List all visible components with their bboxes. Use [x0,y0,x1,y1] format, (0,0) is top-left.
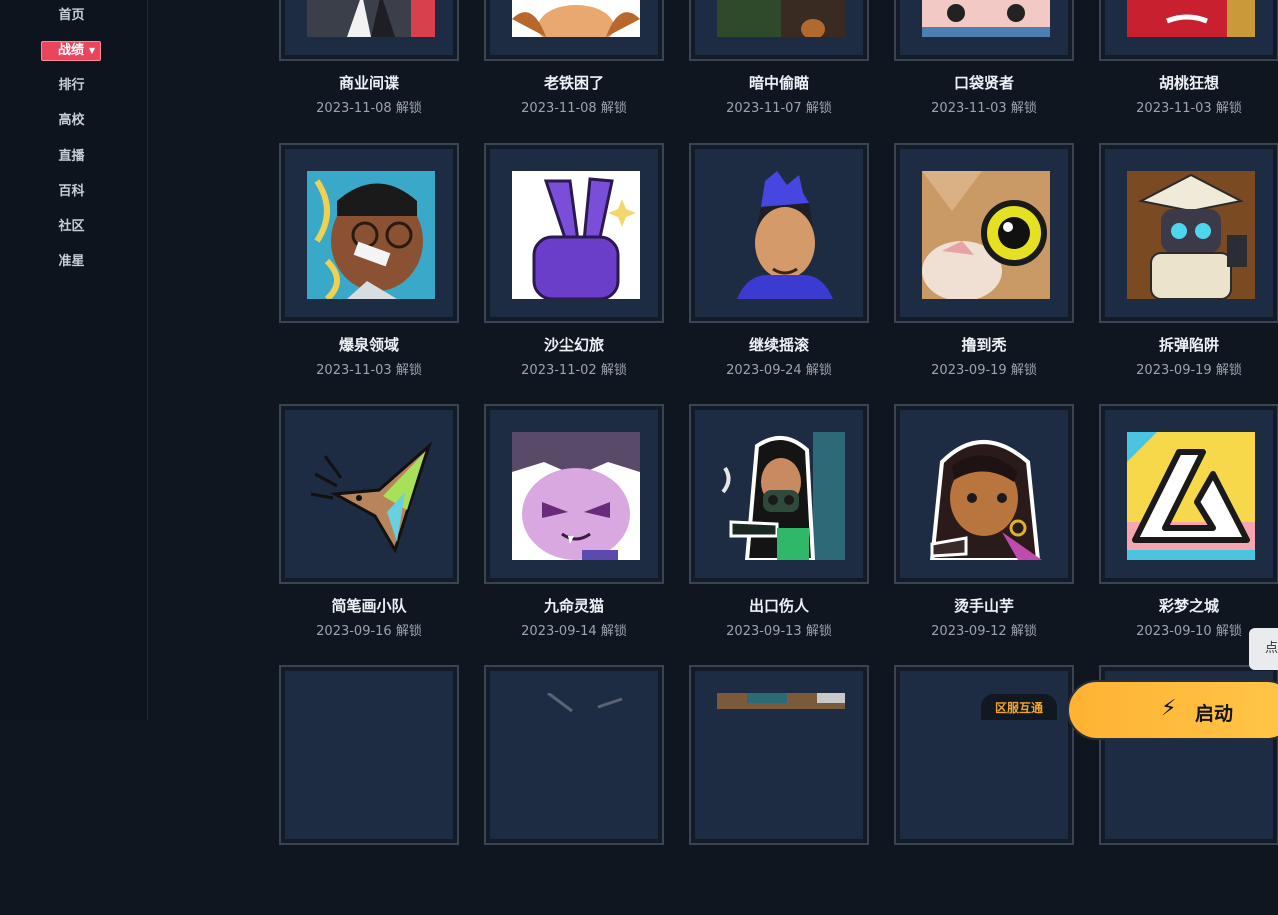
unlock-date: 2023-09-19 解锁 [931,363,1037,378]
spray-card[interactable]: 简笔画小队 2023-09-16 解锁 [279,404,459,654]
spray-card[interactable]: 九命灵猫 2023-09-14 解锁 [484,404,664,654]
spray-image [512,432,640,560]
launch-label: 启动 [1195,703,1234,725]
spray-title: 继续摇滚 [748,336,809,354]
spray-title: 老铁困了 [543,74,604,92]
unlock-date: 2023-11-03 解锁 [931,101,1037,116]
spray-grid: 商业间谍 2023-11-08 解锁 老铁困了 2023-11-08 解锁 暗中… [0,0,1278,845]
unlock-date: 2023-11-07 解锁 [726,101,832,116]
spray-image [307,171,435,299]
unlock-date: 2023-09-19 解锁 [1136,363,1242,378]
spray-title: 彩梦之城 [1158,597,1219,615]
spray-card[interactable]: 老铁困了 2023-11-08 解锁 [484,0,664,131]
spray-image [1127,432,1255,560]
unlock-date: 2023-09-12 解锁 [931,624,1037,639]
spray-title: 口袋贤者 [953,74,1014,92]
unlock-date: 2023-11-02 解锁 [521,363,627,378]
spray-card[interactable] [279,665,459,915]
unlock-date: 2023-09-16 解锁 [316,624,422,639]
spray-card[interactable] [484,665,664,915]
unlock-date: 2023-11-03 解锁 [1136,101,1242,116]
spray-image [717,693,845,821]
spray-card[interactable]: 沙尘幻旅 2023-11-02 解锁 [484,143,664,393]
spray-card[interactable] [689,665,869,915]
spray-image [307,432,435,560]
spray-image [922,432,1050,560]
spray-image [717,432,845,560]
spray-card[interactable]: 拆弹陷阱 2023-09-19 解锁 [1099,143,1278,393]
spray-title: 撸到秃 [961,336,1007,354]
spray-image [1127,171,1255,299]
spray-title: 出口伤人 [748,597,809,615]
spray-card[interactable]: 继续摇滚 2023-09-24 解锁 [689,143,869,393]
spray-image [717,0,845,37]
spray-title: 拆弹陷阱 [1158,336,1219,354]
spray-card[interactable]: 烫手山芋 2023-09-12 解锁 [894,404,1074,654]
spray-card[interactable]: 暗中偷瞄 2023-11-07 解锁 [689,0,869,131]
spray-card[interactable]: 胡桃狂想 2023-11-03 解锁 [1099,0,1278,131]
spray-image [922,0,1050,37]
spray-card[interactable]: 口袋贤者 2023-11-03 解锁 [894,0,1074,131]
spray-image [922,171,1050,299]
spray-title: 胡桃狂想 [1158,74,1219,92]
lightning-icon: ⚡︎ [1161,696,1177,721]
region-badge[interactable]: 区服互通 [981,694,1057,720]
unlock-date: 2023-11-03 解锁 [316,363,422,378]
spray-title: 九命灵猫 [543,597,604,615]
side-float-button[interactable]: 点 [1249,628,1278,670]
unlock-date: 2023-09-13 解锁 [726,624,832,639]
spray-image [717,171,845,299]
spray-title: 简笔画小队 [331,597,407,615]
unlock-date: 2023-11-08 解锁 [316,101,422,116]
spray-card[interactable]: 彩梦之城 2023-09-10 解锁 [1099,404,1278,654]
spray-image [307,0,435,37]
spray-title: 沙尘幻旅 [543,336,604,354]
spray-title: 爆泉领域 [338,336,399,354]
spray-card[interactable]: 出口伤人 2023-09-13 解锁 [689,404,869,654]
unlock-date: 2023-11-08 解锁 [521,101,627,116]
spray-title: 暗中偷瞄 [748,74,809,92]
spray-card[interactable]: 爆泉领域 2023-11-03 解锁 [279,143,459,393]
spray-title: 烫手山芋 [953,597,1014,615]
spray-title: 商业间谍 [338,74,399,92]
spray-image [512,693,640,821]
spray-card[interactable]: 撸到秃 2023-09-19 解锁 [894,143,1074,393]
launch-button[interactable]: ⚡︎ 启动 [1067,680,1278,740]
unlock-date: 2023-09-14 解锁 [521,624,627,639]
spray-image [512,0,640,37]
spray-card[interactable]: 商业间谍 2023-11-08 解锁 [279,0,459,131]
spray-image [1127,0,1255,37]
unlock-date: 2023-09-24 解锁 [726,363,832,378]
spray-image [512,171,640,299]
